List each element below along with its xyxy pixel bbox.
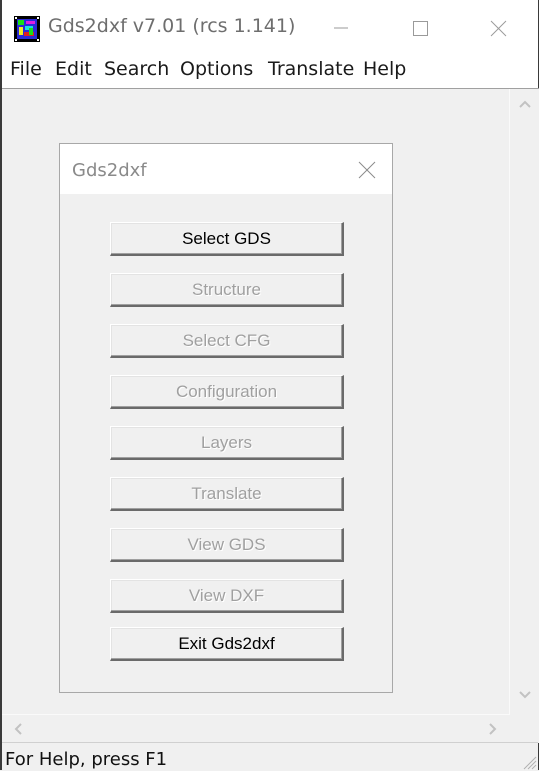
- select-cfg-button[interactable]: Select CFG: [110, 324, 344, 358]
- exit-button[interactable]: Exit Gds2dxf: [110, 627, 344, 661]
- scroll-left-icon[interactable]: [13, 723, 23, 735]
- window-title: Gds2dxf v7.01 (rcs 1.141): [48, 15, 296, 37]
- menu-bar: File Edit Search Options Translate Help: [2, 56, 538, 86]
- scroll-down-icon[interactable]: [519, 690, 531, 700]
- resize-grip-icon[interactable]: [521, 754, 537, 770]
- menu-options[interactable]: Options: [180, 58, 253, 80]
- close-button[interactable]: [464, 0, 534, 56]
- menu-edit[interactable]: Edit: [55, 58, 92, 80]
- app-icon: [14, 16, 40, 42]
- close-icon: [490, 20, 507, 37]
- layers-button[interactable]: Layers: [110, 426, 344, 460]
- view-gds-button[interactable]: View GDS: [110, 528, 344, 562]
- horizontal-scrollbar[interactable]: [2, 715, 509, 743]
- view-dxf-button[interactable]: View DXF: [110, 579, 344, 613]
- dialog-close-button[interactable]: [352, 156, 382, 184]
- gds2dxf-dialog: Gds2dxf Select GDS Structure Select CFG …: [59, 143, 393, 693]
- scroll-up-icon[interactable]: [519, 99, 531, 109]
- status-text: For Help, press F1: [5, 749, 168, 770]
- minimize-button[interactable]: [307, 0, 377, 56]
- maximize-icon: [413, 21, 428, 36]
- translate-button[interactable]: Translate: [110, 477, 344, 511]
- menu-translate[interactable]: Translate: [268, 58, 354, 80]
- mdi-content: Gds2dxf Select GDS Structure Select CFG …: [2, 89, 510, 715]
- dialog-title-bar[interactable]: Gds2dxf: [60, 144, 392, 194]
- scroll-right-icon[interactable]: [488, 723, 498, 735]
- status-bar: For Help, press F1: [2, 742, 538, 771]
- vertical-scrollbar[interactable]: [510, 89, 539, 714]
- menu-file[interactable]: File: [10, 58, 42, 80]
- minimize-icon: [334, 27, 348, 29]
- client-area: Gds2dxf Select GDS Structure Select CFG …: [2, 88, 539, 743]
- maximize-button[interactable]: [386, 0, 456, 56]
- close-icon: [358, 161, 376, 179]
- structure-button[interactable]: Structure: [110, 273, 344, 307]
- main-window: Gds2dxf v7.01 (rcs 1.141) File Edit Sear…: [0, 0, 539, 771]
- title-bar[interactable]: Gds2dxf v7.01 (rcs 1.141): [2, 0, 538, 56]
- menu-help[interactable]: Help: [363, 58, 406, 80]
- dialog-title: Gds2dxf: [72, 160, 147, 181]
- menu-search[interactable]: Search: [104, 58, 169, 80]
- configuration-button[interactable]: Configuration: [110, 375, 344, 409]
- select-gds-button[interactable]: Select GDS: [110, 222, 344, 256]
